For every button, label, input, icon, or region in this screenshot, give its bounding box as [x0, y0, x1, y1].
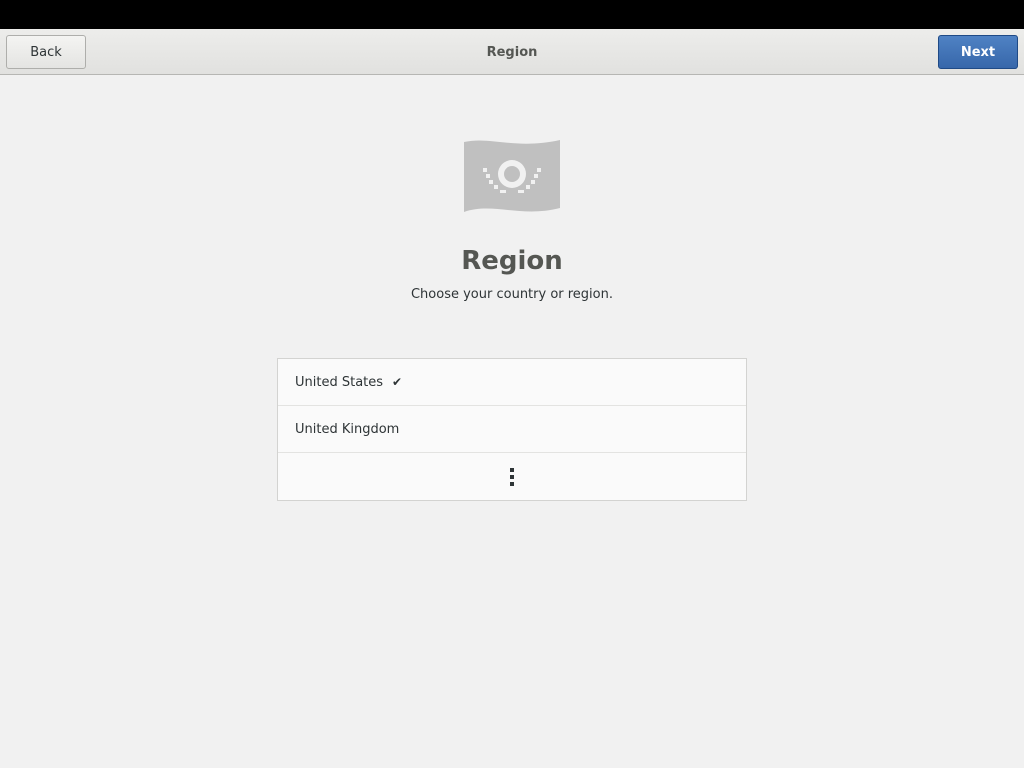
- page-title: Region: [461, 246, 563, 276]
- region-row-united-kingdom[interactable]: United Kingdom: [278, 406, 746, 453]
- region-row-united-states[interactable]: United States ✔: [278, 359, 746, 406]
- view-more-icon: [510, 467, 514, 486]
- header-title: Region: [486, 44, 538, 60]
- top-bar: [0, 0, 1024, 29]
- flag-icon: [464, 140, 560, 212]
- page-subtitle: Choose your country or region.: [410, 287, 613, 302]
- region-list: United States ✔ United Kingdom: [277, 358, 747, 501]
- region-label: United States: [295, 374, 384, 390]
- header-bar: Back Region Next: [0, 29, 1024, 75]
- checkmark-icon: ✔: [392, 375, 403, 389]
- back-button[interactable]: Back: [6, 35, 86, 69]
- region-label: United Kingdom: [295, 421, 400, 437]
- more-regions-button[interactable]: [278, 453, 746, 500]
- next-button[interactable]: Next: [938, 35, 1018, 69]
